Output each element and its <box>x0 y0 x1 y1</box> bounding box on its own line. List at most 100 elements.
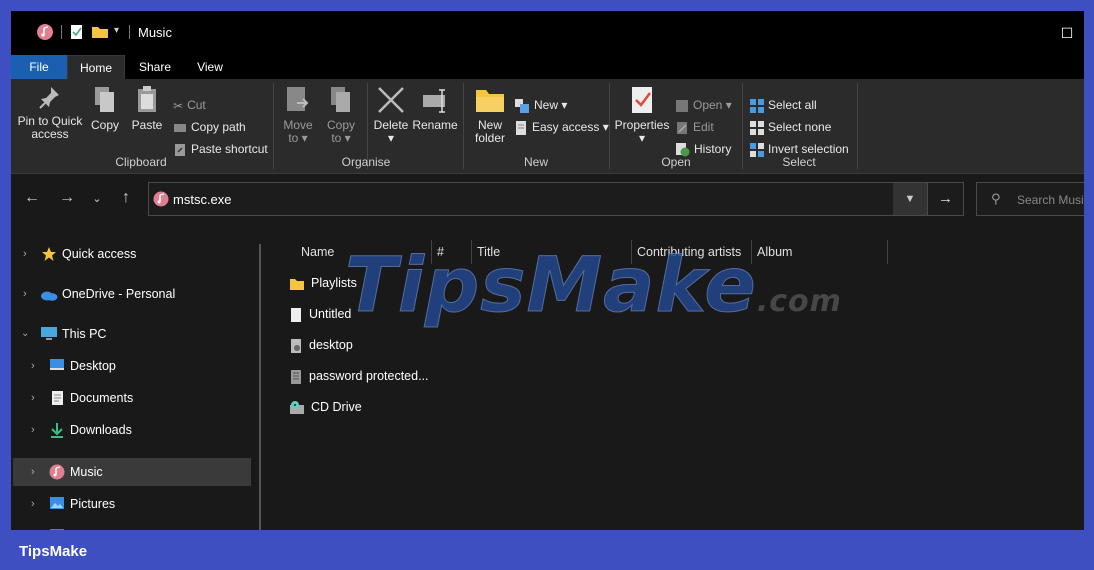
chevron-right-icon[interactable]: › <box>31 458 35 486</box>
column-divider[interactable] <box>631 240 632 264</box>
properties-button[interactable]: Properties ▾ <box>613 85 671 145</box>
back-arrow-icon[interactable]: ← <box>22 189 42 207</box>
pin-icon <box>39 87 59 109</box>
address-bar[interactable]: mstsc.exe ▼ → <box>148 182 964 216</box>
copy-to-label-line2: to <box>331 131 342 145</box>
column-header-title[interactable]: Title <box>477 240 500 264</box>
organise-group-label: Organise <box>341 155 391 169</box>
paste-label: Paste <box>131 118 163 132</box>
cd-drive-icon <box>290 400 304 414</box>
open-button[interactable]: Open ▾ <box>675 96 732 114</box>
move-to-icon <box>287 87 309 111</box>
chevron-right-icon[interactable]: › <box>31 522 35 530</box>
list-item[interactable]: password protected... <box>289 364 429 388</box>
settings-file-icon <box>291 338 301 353</box>
address-path[interactable]: mstsc.exe <box>173 192 232 207</box>
go-arrow-icon[interactable]: → <box>927 183 963 215</box>
ribbon-tabs: File Home Share View <box>11 55 1084 79</box>
properties-icon <box>632 87 652 113</box>
paste-button[interactable]: Paste <box>129 85 165 132</box>
nav-item-quick-access[interactable]: › Quick access <box>13 240 251 268</box>
search-box[interactable]: ⚲ Search Music <box>976 182 1084 216</box>
paste-icon <box>138 86 156 112</box>
up-arrow-icon[interactable]: ↑ <box>116 189 136 207</box>
edit-label: Edit <box>693 120 714 134</box>
column-header-number[interactable]: # <box>437 240 444 264</box>
music-app-icon[interactable] <box>36 23 54 41</box>
nav-item-music[interactable]: › Music <box>13 458 251 486</box>
videos-icon <box>50 529 64 530</box>
move-to-label-line2: to <box>288 131 299 145</box>
pin-to-quick-access-button[interactable]: Pin to Quick access <box>17 85 83 141</box>
select-none-icon <box>750 120 764 135</box>
nav-item-desktop[interactable]: › Desktop <box>13 352 251 380</box>
search-placeholder[interactable]: Search Music <box>1017 193 1084 207</box>
footer-brand: TipsMake <box>19 543 88 560</box>
star-icon <box>42 247 56 261</box>
navpane-scrollbar[interactable] <box>259 244 261 530</box>
forward-arrow-icon[interactable]: → <box>57 189 77 207</box>
column-header-album[interactable]: Album <box>757 240 792 264</box>
new-folder-quick-icon[interactable] <box>91 23 109 41</box>
list-item[interactable]: Playlists <box>289 271 357 295</box>
column-header-name[interactable]: Name <box>301 240 334 264</box>
column-divider[interactable] <box>751 240 752 264</box>
chevron-right-icon[interactable]: › <box>31 490 35 518</box>
address-dropdown-chevron-icon[interactable]: ▼ <box>893 183 927 215</box>
music-folder-icon <box>153 191 169 207</box>
nav-item-onedrive[interactable]: › OneDrive - Personal <box>13 280 251 308</box>
tab-share[interactable]: Share <box>131 55 179 79</box>
list-item[interactable]: Untitled <box>289 302 351 326</box>
download-arrow-icon <box>51 423 63 438</box>
column-divider[interactable] <box>887 240 888 264</box>
edit-button[interactable]: Edit <box>675 118 714 136</box>
pin-label-line2: access <box>31 127 69 141</box>
column-divider[interactable] <box>471 240 472 264</box>
copy-path-button[interactable]: Copy path <box>173 118 246 136</box>
customize-quick-access-icon[interactable]: ▾ <box>114 25 119 36</box>
move-to-button[interactable]: Move to ▾ <box>280 85 316 145</box>
maximize-button[interactable]: ☐ <box>1053 19 1081 47</box>
nav-item-documents[interactable]: › Documents <box>13 384 251 412</box>
column-divider[interactable] <box>431 240 432 264</box>
list-item[interactable]: CD Drive <box>289 395 362 419</box>
nav-item-pictures[interactable]: › Pictures <box>13 490 251 518</box>
nav-item-this-pc[interactable]: ⌄ This PC <box>13 320 251 348</box>
file-explorer-window: ▾ Music ☐ File Home Share View Pin to Qu… <box>11 11 1084 530</box>
chevron-right-icon[interactable]: › <box>31 384 35 412</box>
new-item-button[interactable]: New ▾ <box>514 96 567 114</box>
column-header-contributing-artists[interactable]: Contributing artists <box>637 240 741 264</box>
chevron-right-icon[interactable]: › <box>31 352 35 380</box>
nav-item-videos[interactable]: › Videos <box>13 522 251 530</box>
properties-quick-icon[interactable] <box>69 23 85 41</box>
tab-home[interactable]: Home <box>67 55 125 79</box>
chevron-right-icon[interactable]: › <box>31 416 35 444</box>
copy-to-label-line1: Copy <box>326 118 355 132</box>
nav-item-downloads[interactable]: › Downloads <box>13 416 251 444</box>
ribbon-divider <box>857 83 858 169</box>
copy-to-button[interactable]: Copy to ▾ <box>323 85 359 145</box>
copy-button[interactable]: Copy <box>88 85 122 132</box>
rename-button[interactable]: Rename <box>412 85 458 132</box>
chevron-down-icon[interactable]: ⌄ <box>21 320 29 348</box>
select-none-button[interactable]: Select none <box>750 118 831 136</box>
invert-selection-label: Invert selection <box>768 142 849 156</box>
list-item[interactable]: desktop <box>289 333 353 357</box>
pictures-icon <box>50 497 64 509</box>
open-group-label: Open <box>661 155 691 169</box>
recent-locations-chevron-icon[interactable]: ⌄ <box>87 192 107 205</box>
chevron-right-icon[interactable]: › <box>23 240 27 268</box>
cut-button[interactable]: ✂ Cut <box>173 96 206 114</box>
chevron-right-icon[interactable]: › <box>23 280 27 308</box>
tab-file[interactable]: File <box>11 55 67 79</box>
history-label: History <box>694 142 732 156</box>
select-all-button[interactable]: Select all <box>750 96 817 114</box>
file-name: desktop <box>309 338 353 352</box>
new-folder-button[interactable]: New folder <box>471 85 509 145</box>
delete-button[interactable]: Delete ▾ <box>371 85 411 145</box>
easy-access-button[interactable]: Easy access ▾ <box>514 118 609 136</box>
desktop-icon <box>50 359 64 370</box>
ribbon-divider <box>742 83 743 169</box>
easy-access-icon <box>516 120 526 135</box>
tab-view[interactable]: View <box>187 55 233 79</box>
